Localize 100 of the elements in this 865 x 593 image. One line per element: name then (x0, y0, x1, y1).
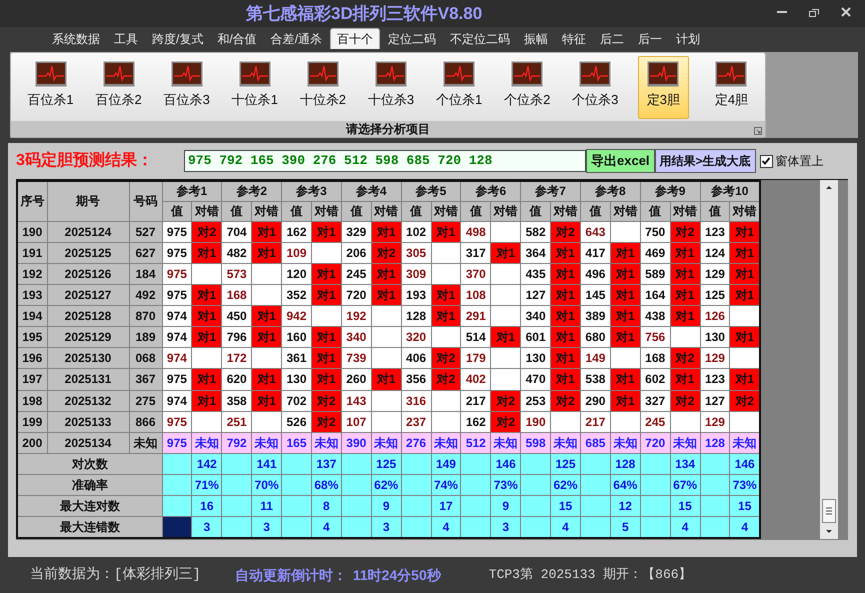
table-cell: 145 (580, 284, 610, 306)
table-cell: 对1 (730, 242, 760, 264)
heartbeat-monitor-icon (511, 61, 544, 87)
menu-tab[interactable]: 合差/通杀 (264, 28, 328, 49)
menu-tab[interactable]: 定位二码 (382, 28, 442, 49)
ribbon-button[interactable]: 十位杀3 (365, 56, 417, 119)
table-cell: 291 (460, 306, 491, 327)
scroll-thumb-icon[interactable] (822, 499, 836, 523)
table-cell: 309 (401, 263, 432, 284)
column-header: 值 (222, 201, 252, 221)
table-cell: 142 (192, 453, 222, 474)
ribbon-button[interactable]: 百位杀3 (161, 56, 212, 119)
heartbeat-monitor-icon (647, 61, 680, 87)
column-header: 值 (460, 201, 491, 221)
table-cell: 165 (282, 432, 312, 454)
table-cell: 146 (730, 453, 760, 474)
stay-on-top-checkbox[interactable] (760, 154, 773, 168)
generate-button[interactable]: 用结果>生成大底 (654, 149, 756, 173)
table-cell: 361 (282, 348, 312, 369)
table-cell: 162 (460, 411, 491, 432)
table-cell: 643 (580, 221, 610, 242)
table-cell: 未知 (129, 432, 162, 454)
ribbon-button[interactable]: 定3胆 (638, 56, 689, 119)
table-cell: 未知 (490, 432, 521, 454)
table-cell: 168 (222, 284, 252, 306)
scrollbar[interactable] (820, 180, 838, 539)
ribbon-button[interactable]: 百位杀1 (25, 56, 76, 119)
table-cell: 未知 (431, 432, 461, 454)
table-cell: 对2 (371, 242, 402, 264)
table-cell: 对1 (252, 242, 282, 264)
menu-tab[interactable]: 后二 (594, 28, 630, 49)
close-icon[interactable] (841, 7, 851, 17)
table-cell: 601 (520, 326, 551, 348)
ribbon-button[interactable]: 百位杀2 (93, 56, 144, 119)
table-cell: 260 (341, 368, 372, 390)
table-cell: 对1 (311, 326, 342, 348)
table-cell: 2025129 (47, 326, 129, 348)
table-cell: 对2 (431, 368, 461, 390)
menu-tab[interactable]: 后一 (632, 28, 668, 49)
table-cell: 2025124 (47, 221, 129, 242)
table-cell: 2025128 (47, 306, 129, 327)
table-cell: 对1 (610, 326, 640, 348)
table-cell: 582 (520, 221, 551, 242)
table-cell: 750 (640, 221, 670, 242)
table-cell: 680 (580, 326, 610, 348)
table-cell: 对2 (431, 348, 461, 369)
ribbon-button[interactable]: 定4胆 (706, 56, 758, 119)
table-cell: 168 (640, 348, 670, 369)
prediction-field[interactable]: 975 792 165 390 276 512 598 685 720 128 (184, 150, 586, 172)
column-header: 参考1 (162, 181, 222, 201)
table-cell: 对2 (670, 348, 700, 369)
table-cell: 未知 (311, 432, 342, 454)
menu-tab[interactable]: 和/合值 (211, 28, 263, 49)
table-cell: 对1 (670, 263, 700, 284)
export-excel-button[interactable]: 导出excel (586, 149, 655, 173)
column-header: 参考7 (520, 181, 580, 201)
restore-icon[interactable] (809, 8, 819, 16)
menu-tab[interactable]: 不定位二码 (444, 28, 516, 49)
table-cell: 320 (401, 326, 432, 348)
table-cell: 189 (129, 326, 162, 348)
table-cell: 162 (282, 221, 312, 242)
table-cell: 435 (520, 263, 551, 284)
countdown-label: 自动更新倒计时： (234, 566, 347, 584)
menu-tab[interactable]: 跨度/复式 (146, 28, 210, 49)
menu-tab[interactable]: 特征 (556, 28, 592, 49)
ribbon-button[interactable]: 十位杀1 (229, 56, 280, 119)
column-header: 参考2 (222, 181, 282, 201)
column-header: 参考10 (700, 181, 760, 201)
menu-tab[interactable]: 振幅 (518, 28, 554, 49)
table-cell: 356 (401, 368, 432, 390)
menu-tab[interactable]: 系统数据 (46, 28, 106, 49)
column-header: 对错 (610, 201, 640, 221)
table-cell: 对1 (610, 390, 640, 412)
table-cell: 4 (730, 516, 760, 538)
table-cell: 67% (670, 474, 700, 496)
table-cell: 720 (640, 432, 670, 454)
dialog-launcher-icon[interactable] (754, 127, 762, 135)
table-cell: 对1 (730, 368, 760, 390)
table-cell: 109 (282, 242, 312, 264)
table-cell: 108 (460, 284, 491, 306)
table-cell: 对1 (252, 221, 282, 242)
table-cell: 3 (490, 516, 521, 538)
table-cell: 62% (371, 474, 402, 496)
menu-tab[interactable]: 百十个 (330, 28, 380, 49)
countdown-text: 11时24分50秒 (352, 566, 441, 584)
table-cell: 对1 (311, 348, 342, 369)
ribbon-button[interactable]: 个位杀2 (502, 56, 553, 119)
table-cell: 对2 (490, 411, 521, 432)
table-cell: 251 (222, 411, 252, 432)
table-cell: 对1 (252, 368, 282, 390)
ribbon-button[interactable]: 个位杀1 (434, 56, 485, 119)
menu-tab[interactable]: 工具 (108, 28, 144, 49)
menu-tab[interactable]: 计划 (670, 28, 706, 49)
ribbon-button[interactable]: 个位杀3 (570, 56, 621, 119)
table-cell: 194 (17, 306, 47, 327)
ribbon-button[interactable]: 十位杀2 (297, 56, 348, 119)
table-cell: 未知 (610, 432, 640, 454)
minimize-icon[interactable] (777, 10, 787, 14)
table-cell: 对1 (192, 284, 222, 306)
table-cell: 对2 (490, 390, 521, 412)
